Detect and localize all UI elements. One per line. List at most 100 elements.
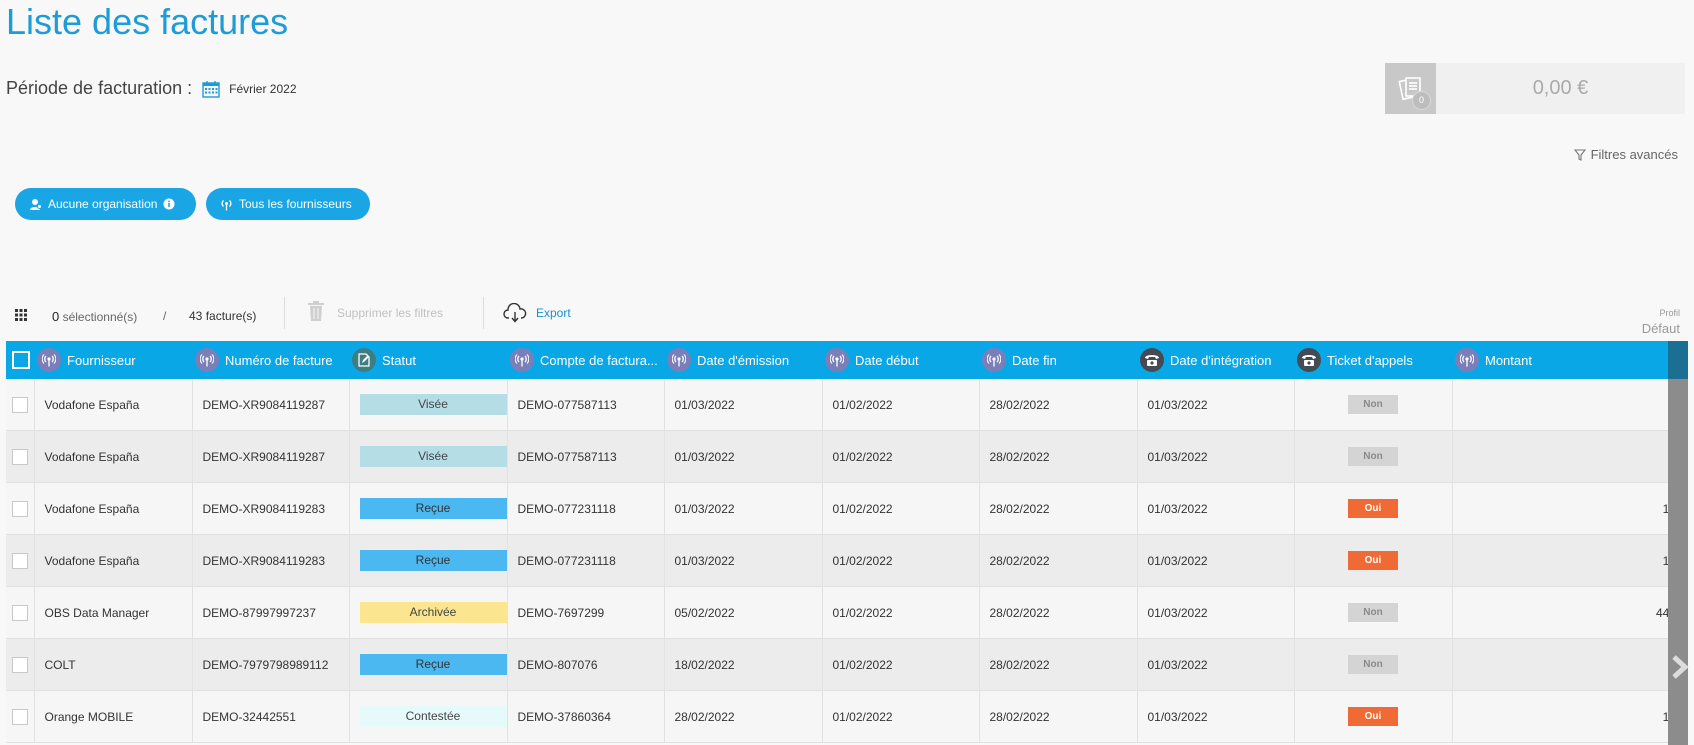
row-select-cell	[6, 586, 35, 639]
table-row[interactable]: COLT DEMO-7979798989112 Reçue DEMO-807076 18…	[6, 638, 1686, 691]
invoices-table: Fournisseur Numéro de facture Statut Compte…	[6, 341, 1686, 745]
antenna-icon	[221, 199, 232, 210]
row-checkbox[interactable]	[11, 552, 28, 569]
chevron-right-icon[interactable]	[1671, 654, 1689, 685]
grid-icon[interactable]	[15, 309, 27, 324]
column-header-start-date[interactable]: Date début	[822, 341, 979, 379]
status-badge: Visée	[359, 394, 506, 415]
profile-selector[interactable]: Défaut	[1642, 321, 1680, 336]
cell-provider: Orange MOBILE	[34, 690, 193, 743]
advanced-filters-link[interactable]: Filtres avancés	[1573, 147, 1678, 162]
cell-issue-date: 28/02/2022	[664, 690, 823, 743]
antenna-icon	[37, 348, 61, 372]
cell-billing-account: DEMO-807076	[507, 638, 665, 691]
status-badge: Archivée	[359, 602, 506, 623]
cell-end-date: 28/02/2022	[979, 690, 1138, 743]
clear-filters-button[interactable]: Supprimer les filtres	[337, 306, 443, 320]
period-value[interactable]: Février 2022	[229, 82, 296, 96]
column-header-billing-account[interactable]: Compte de factura...	[507, 341, 664, 379]
cell-start-date: 01/02/2022	[822, 586, 980, 639]
cell-amount: 1 46	[1452, 690, 1686, 743]
cell-status: Visée	[349, 430, 508, 483]
cell-end-date: 28/02/2022	[979, 638, 1138, 691]
cell-provider: OBS Data Manager	[34, 586, 193, 639]
organization-filter-button[interactable]: Aucune organisation	[15, 188, 196, 220]
filter-icon	[1573, 148, 1586, 161]
column-header-provider[interactable]: Fournisseur	[34, 341, 192, 379]
column-header-amount[interactable]: Montant	[1452, 341, 1686, 379]
column-header-invoice-number[interactable]: Numéro de facture	[192, 341, 349, 379]
status-badge: Reçue	[359, 498, 506, 519]
cell-invoice-number: DEMO-XR9084119283	[192, 482, 350, 535]
table-row[interactable]: Vodafone España DEMO-XR9084119283 Reçue DEM…	[6, 482, 1686, 535]
user-group-icon	[30, 198, 42, 210]
row-checkbox[interactable]	[11, 500, 28, 517]
column-header-end-date[interactable]: Date fin	[979, 341, 1137, 379]
column-header-label: Fournisseur	[67, 352, 136, 368]
row-checkbox[interactable]	[11, 708, 28, 725]
table-row[interactable]: Orange MOBILE DEMO-32442551 Contestée DEMO-…	[6, 690, 1686, 743]
cell-integration-date: 01/03/2022	[1137, 430, 1295, 483]
cell-billing-account: DEMO-077587113	[507, 430, 665, 483]
cell-start-date: 01/02/2022	[822, 379, 980, 431]
cell-amount: 4	[1452, 638, 1686, 691]
cell-integration-date: 01/03/2022	[1137, 534, 1295, 587]
cell-provider: Vodafone España	[34, 379, 193, 431]
column-header-label: Date d'intégration	[1170, 352, 1272, 368]
count-separator: /	[163, 309, 167, 323]
row-select-cell	[6, 638, 35, 691]
ticket-badge: Oui	[1348, 499, 1398, 518]
row-select-cell	[6, 379, 35, 431]
row-checkbox[interactable]	[11, 448, 28, 465]
antenna-icon	[510, 348, 534, 372]
organization-filter-label: Aucune organisation	[48, 197, 158, 211]
providers-filter-button[interactable]: Tous les fournisseurs	[206, 188, 370, 220]
table-row[interactable]: Vodafone España DEMO-XR9084119283 Reçue DEM…	[6, 534, 1686, 587]
cell-status: Reçue	[349, 482, 508, 535]
advanced-filters-label: Filtres avancés	[1590, 147, 1678, 162]
cell-integration-date: 01/03/2022	[1137, 690, 1295, 743]
cell-billing-account: DEMO-077587113	[507, 379, 665, 431]
antenna-icon	[825, 348, 849, 372]
cell-billing-account: DEMO-077231118	[507, 482, 665, 535]
column-header-status[interactable]: Statut	[349, 341, 507, 379]
ticket-badge: Non	[1348, 655, 1398, 674]
cloud-download-icon[interactable]	[503, 302, 527, 326]
cell-start-date: 01/02/2022	[822, 638, 980, 691]
cell-end-date: 28/02/2022	[979, 586, 1138, 639]
row-checkbox[interactable]	[11, 396, 28, 413]
cell-issue-date: 01/03/2022	[664, 534, 823, 587]
cell-amount: 1 52	[1452, 534, 1686, 587]
invoices-icon: 0	[1385, 63, 1436, 114]
select-all-checkbox[interactable]	[12, 351, 30, 369]
cell-end-date: 28/02/2022	[979, 430, 1138, 483]
cell-invoice-number: DEMO-87997997237	[192, 586, 350, 639]
cell-start-date: 01/02/2022	[822, 690, 980, 743]
table-row[interactable]: OBS Data Manager DEMO-87997997237 Archivée…	[6, 586, 1686, 639]
table-row[interactable]: Vodafone España DEMO-XR9084119287 Visée DEM…	[6, 430, 1686, 483]
column-header-issue-date[interactable]: Date d'émission	[664, 341, 822, 379]
column-header-label: Date fin	[1012, 352, 1057, 368]
table-header-row: Fournisseur Numéro de facture Statut Compte…	[6, 341, 1686, 379]
row-checkbox[interactable]	[11, 604, 28, 621]
export-button[interactable]: Export	[536, 306, 571, 320]
cell-end-date: 28/02/2022	[979, 534, 1138, 587]
period-label: Période de facturation :	[6, 78, 193, 98]
row-checkbox[interactable]	[11, 656, 28, 673]
trash-icon	[307, 300, 325, 325]
cell-invoice-number: DEMO-XR9084119287	[192, 379, 350, 431]
table-row[interactable]: Vodafone España DEMO-XR9084119287 Visée DEM…	[6, 379, 1686, 431]
cell-integration-date: 01/03/2022	[1137, 482, 1295, 535]
column-header-integration-date[interactable]: Date d'intégration	[1137, 341, 1294, 379]
column-header-call-ticket[interactable]: Ticket d'appels	[1294, 341, 1452, 379]
cell-integration-date: 01/03/2022	[1137, 638, 1295, 691]
cell-end-date: 28/02/2022	[979, 482, 1138, 535]
info-icon[interactable]	[163, 198, 175, 210]
calendar-icon[interactable]	[202, 80, 220, 98]
cell-status: Archivée	[349, 586, 508, 639]
cell-start-date: 01/02/2022	[822, 482, 980, 535]
cell-provider: COLT	[34, 638, 193, 691]
cell-issue-date: 01/03/2022	[664, 379, 823, 431]
cell-call-ticket: Non	[1294, 638, 1453, 691]
cell-amount: 4	[1452, 379, 1686, 431]
